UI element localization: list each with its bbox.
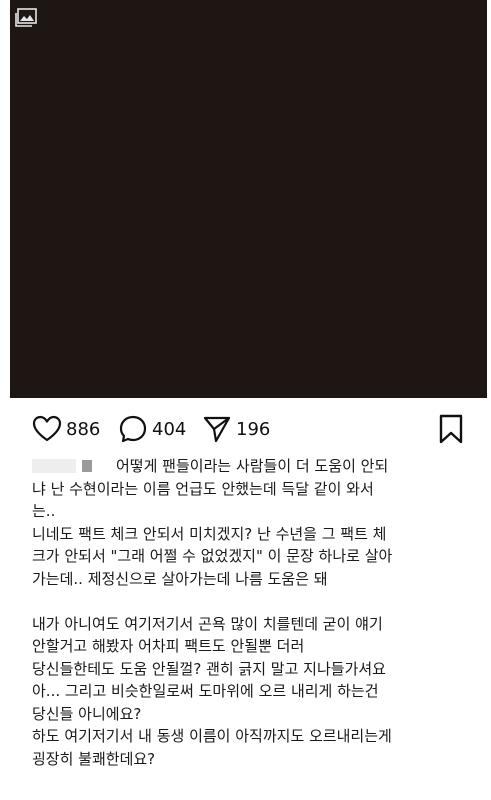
like-count: 886 (66, 418, 101, 440)
caption-line: 어떻게 팬들이라는 사람들이 더 도움이 안되 (32, 455, 484, 478)
share-count: 196 (236, 418, 271, 440)
send-icon (203, 416, 231, 443)
caption-line: 안할거고 해봤자 어차피 팩트도 안될뿐 더러 (32, 637, 305, 655)
image-gallery-icon (15, 8, 37, 27)
bookmark-icon[interactable] (438, 414, 464, 444)
blurred-username[interactable] (32, 459, 76, 473)
comment-count: 404 (152, 418, 187, 440)
caption-line: 니네도 팩트 체크 안되서 미치겠지? 난 수년을 그 팩트 체 (32, 524, 387, 543)
caption-line: 내가 아니여도 여기저기서 곤욕 많이 치를텐데 굳이 얘기 (32, 614, 383, 633)
post-actions-bar: 886 404 196 (0, 411, 491, 447)
caption-line: 굉장히 불쾌한데요? (32, 749, 156, 768)
caption-line: 하도 여기저기서 내 동생 이름이 아직까지도 오르내리는게 (32, 727, 392, 745)
caption-line: 냐 난 수현이라는 이름 언급도 안했는데 득달 같이 와서 (32, 479, 374, 498)
like-button[interactable]: 886 (32, 411, 100, 447)
caption-line: 당신들 아니에요? (32, 704, 142, 723)
share-button[interactable]: 196 (202, 411, 270, 447)
post-caption: 어떻게 팬들이라는 사람들이 더 도움이 안되 냐 난 수현이라는 이름 언급도… (32, 455, 484, 770)
username-badge (82, 460, 92, 472)
comment-button[interactable]: 404 (118, 411, 186, 447)
caption-line: 당신들한테도 도움 안될껄? 괜히 긁지 말고 지나들가셔요 (32, 659, 386, 678)
heart-icon (32, 415, 62, 442)
comment-bubble-icon (119, 415, 147, 443)
post-media[interactable] (10, 0, 487, 398)
caption-line: 크가 안되서 "그래 어쩔 수 없었겠지" 이 문장 하나로 살아 (32, 547, 393, 565)
caption-line: 아... 그리고 비슷한일로써 도마위에 오르 내리게 하는건 (32, 682, 379, 700)
caption-line: 가는데.. 제정신으로 살아가는데 나름 도움은 돼 (32, 569, 328, 588)
caption-line: 는.. (32, 502, 56, 520)
